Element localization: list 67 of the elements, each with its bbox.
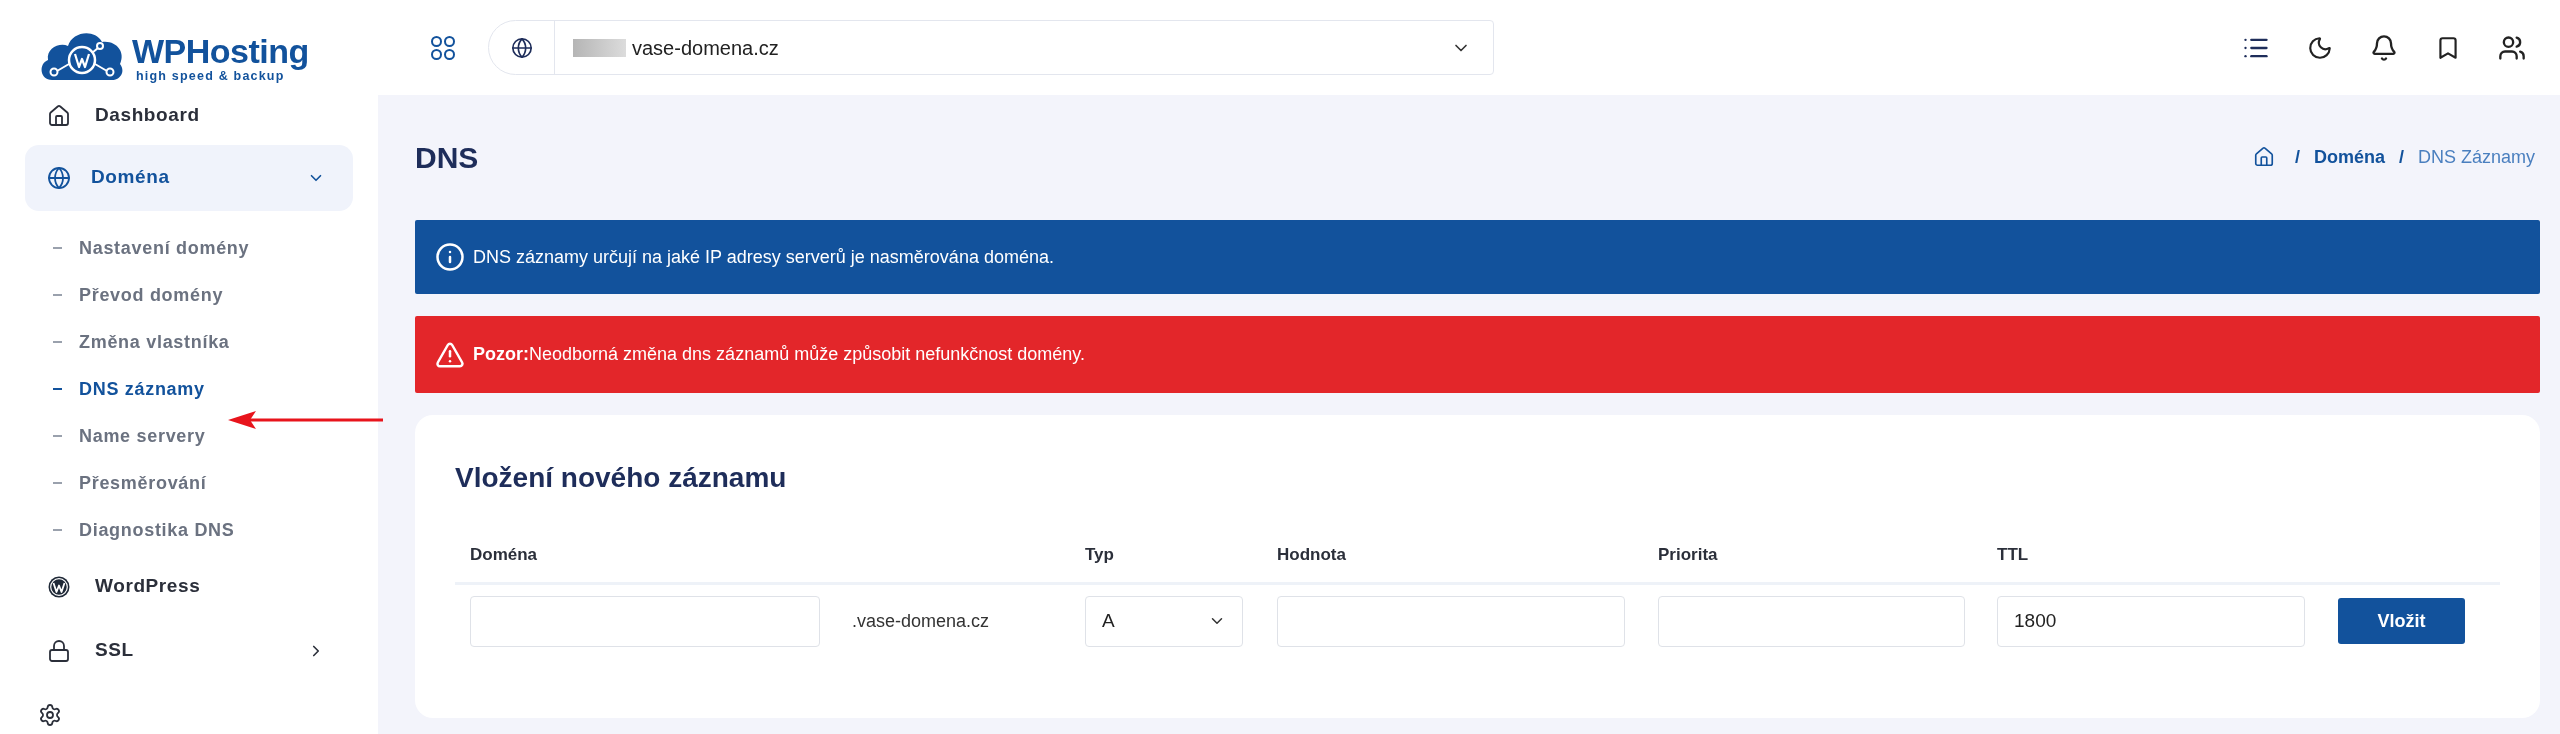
breadcrumb-item: DNS Záznamy <box>2417 145 2535 169</box>
column-header: TTL <box>1996 543 2030 566</box>
apps-icon[interactable] <box>430 34 456 61</box>
submenu-item-label: Přesměrování <box>79 471 207 495</box>
value-input[interactable] <box>1277 595 1625 647</box>
submenu-item-label: Změna vlastníka <box>79 330 230 354</box>
dash-icon <box>53 246 62 250</box>
submenu-item[interactable]: Name servery <box>0 412 378 460</box>
dash-icon <box>53 340 62 344</box>
page-title: DNS <box>415 139 479 176</box>
submenu-item[interactable]: Převod domény <box>0 271 378 319</box>
alert-text: DNS záznamy určují na jaké IP adresy serverů je nasměrována doména. <box>473 245 1054 269</box>
alert-text: Pozor:Neodborná změna dns záznamů může způsobit nefunkčnost domény. <box>473 343 1085 366</box>
ttl-input[interactable]: 1800 <box>1997 595 2305 647</box>
submenu-item[interactable]: Nastavení domény <box>0 224 378 272</box>
submenu-item-label: Nastavení domény <box>79 236 250 260</box>
home-icon[interactable] <box>2252 146 2275 168</box>
lock-icon <box>47 638 71 663</box>
domain-suffix: .vase-domena.cz <box>852 609 990 633</box>
domain-select[interactable]: vase-domena.cz <box>488 20 1494 75</box>
submit-button[interactable]: Vložit <box>2338 598 2465 644</box>
domain-select-value: vase-domena.cz <box>632 35 780 61</box>
sidebar-item[interactable]: Doména <box>25 144 353 211</box>
globe-icon <box>47 165 71 190</box>
breadcrumb-separator: / <box>2398 145 2404 169</box>
breadcrumb-separator: / <box>2294 145 2300 169</box>
home-icon <box>47 103 71 128</box>
moon-icon[interactable] <box>2307 34 2333 61</box>
dash-icon <box>53 387 62 391</box>
card-title: Vložení nového záznamu <box>455 461 788 495</box>
submenu-item-label: DNS záznamy <box>79 377 205 401</box>
users-icon[interactable] <box>2498 33 2526 62</box>
dash-icon <box>53 528 62 532</box>
logo-tagline: high speed & backup <box>136 70 285 83</box>
sidebar-item[interactable]: Dashboard <box>25 92 353 139</box>
submenu-item[interactable]: Diagnostika DNS <box>0 506 378 554</box>
wordpress-icon <box>47 574 71 599</box>
sidebar-item-label: SSL <box>95 638 135 663</box>
sidebar-item-label: Dashboard <box>95 103 201 128</box>
logo-name: WPHosting <box>132 34 309 68</box>
submenu-item[interactable]: Změna vlastníka <box>0 318 378 366</box>
column-header: Doména <box>469 543 539 566</box>
submenu-item-label: Převod domény <box>79 283 224 307</box>
dash-icon <box>53 293 62 297</box>
submenu-item[interactable]: DNS záznamy <box>0 365 378 413</box>
sidebar-item-label: Doména <box>91 165 171 190</box>
globe-icon <box>510 36 533 59</box>
sidebar-item[interactable]: WordPress <box>25 563 353 610</box>
submenu-item-label: Name servery <box>79 424 206 448</box>
info-icon <box>435 242 465 272</box>
type-select-value: A <box>1102 608 1115 633</box>
column-header: Hodnota <box>1276 543 1347 566</box>
sidebar-item-label: WordPress <box>95 574 202 599</box>
column-header: Priorita <box>1657 543 1719 566</box>
type-select[interactable]: A <box>1085 595 1243 647</box>
dash-icon <box>53 481 62 485</box>
redaction-block <box>573 38 626 57</box>
bell-icon[interactable] <box>2370 33 2398 62</box>
domain-input[interactable] <box>470 595 820 647</box>
breadcrumb-item[interactable]: Doména <box>2313 143 2385 171</box>
submenu-item[interactable]: Přesměrování <box>0 459 378 507</box>
dash-icon <box>53 434 62 438</box>
column-header: Typ <box>1084 543 1115 566</box>
submenu-item-label: Diagnostika DNS <box>79 518 235 542</box>
sidebar-item[interactable]: SSL <box>25 627 353 674</box>
priority-input[interactable] <box>1658 595 1965 647</box>
settings-icon[interactable] <box>38 702 62 727</box>
